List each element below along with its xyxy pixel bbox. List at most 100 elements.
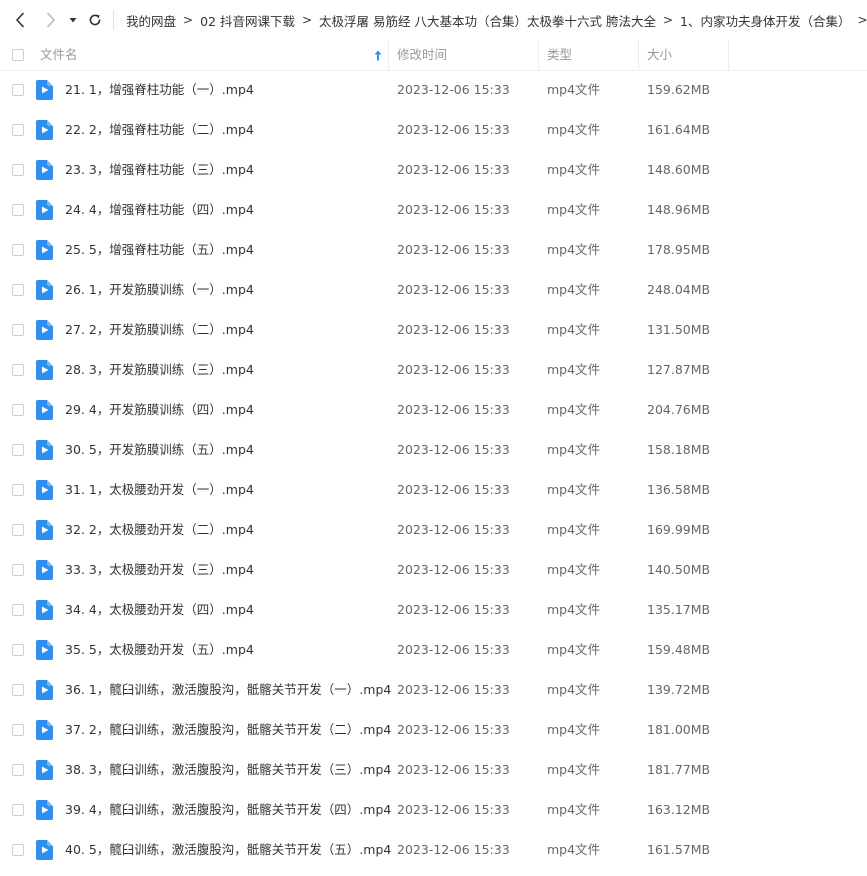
- row-checkbox[interactable]: [12, 804, 24, 816]
- refresh-button[interactable]: [84, 8, 106, 32]
- video-file-icon: [36, 200, 53, 220]
- file-name[interactable]: 35. 5，太极腰劲开发（五）.mp4: [65, 630, 254, 670]
- file-row[interactable]: 23. 3，增强脊柱功能（三）.mp4 2023-12-06 15:33 mp4文件…: [0, 150, 867, 190]
- file-modified-time: 2023-12-06 15:33: [397, 322, 510, 337]
- row-checkbox[interactable]: [12, 204, 24, 216]
- file-modified-time: 2023-12-06 15:33: [397, 122, 510, 137]
- column-header-type[interactable]: 类型: [547, 40, 572, 70]
- video-file-icon: [36, 800, 53, 820]
- breadcrumb-item[interactable]: 我的网盘: [126, 11, 176, 30]
- file-row[interactable]: 33. 3，太极腰劲开发（三）.mp4 2023-12-06 15:33 mp4文件…: [0, 550, 867, 590]
- file-modified-time: 2023-12-06 15:33: [397, 482, 510, 497]
- file-size: 248.04MB: [647, 282, 711, 297]
- file-row[interactable]: 35. 5，太极腰劲开发（五）.mp4 2023-12-06 15:33 mp4文件…: [0, 630, 867, 670]
- file-name[interactable]: 39. 4，髋臼训练，激活腹股沟，骶髂关节开发（四）.mp4: [65, 790, 391, 830]
- breadcrumb-item[interactable]: 02 抖音网课下载: [200, 11, 295, 30]
- file-name[interactable]: 24. 4，增强脊柱功能（四）.mp4: [65, 190, 254, 230]
- file-type: mp4文件: [547, 682, 601, 697]
- file-name[interactable]: 29. 4，开发筋膜训练（四）.mp4: [65, 390, 254, 430]
- file-row[interactable]: 39. 4，髋臼训练，激活腹股沟，骶髂关节开发（四）.mp4 2023-12-06…: [0, 790, 867, 830]
- file-name[interactable]: 22. 2，增强脊柱功能（二）.mp4: [65, 110, 254, 150]
- sort-ascending-icon[interactable]: [374, 50, 382, 61]
- file-name[interactable]: 36. 1，髋臼训练，激活腹股沟，骶髂关节开发（一）.mp4: [65, 670, 391, 710]
- file-row[interactable]: 40. 5，髋臼训练，激活腹股沟，骶髂关节开发（五）.mp4 2023-12-06…: [0, 830, 867, 870]
- column-header-size[interactable]: 大小: [647, 40, 672, 70]
- row-checkbox[interactable]: [12, 724, 24, 736]
- file-name[interactable]: 21. 1，增强脊柱功能（一）.mp4: [65, 70, 254, 110]
- file-row[interactable]: 28. 3，开发筋膜训练（三）.mp4 2023-12-06 15:33 mp4文件…: [0, 350, 867, 390]
- file-modified-time: 2023-12-06 15:33: [397, 682, 510, 697]
- file-row[interactable]: 25. 5，增强脊柱功能（五）.mp4 2023-12-06 15:33 mp4文件…: [0, 230, 867, 270]
- row-checkbox[interactable]: [12, 684, 24, 696]
- file-size: 131.50MB: [647, 322, 711, 337]
- file-row[interactable]: 32. 2，太极腰劲开发（二）.mp4 2023-12-06 15:33 mp4文件…: [0, 510, 867, 550]
- file-name[interactable]: 27. 2，开发筋膜训练（二）.mp4: [65, 310, 254, 350]
- file-name[interactable]: 31. 1，太极腰劲开发（一）.mp4: [65, 470, 254, 510]
- file-name[interactable]: 28. 3，开发筋膜训练（三）.mp4: [65, 350, 254, 390]
- file-row[interactable]: 36. 1，髋臼训练，激活腹股沟，骶髂关节开发（一）.mp4 2023-12-06…: [0, 670, 867, 710]
- file-type: mp4文件: [547, 722, 601, 737]
- breadcrumb-separator[interactable]: >: [857, 13, 867, 27]
- file-name[interactable]: 26. 1，开发筋膜训练（一）.mp4: [65, 270, 254, 310]
- file-modified-time: 2023-12-06 15:33: [397, 562, 510, 577]
- row-checkbox[interactable]: [12, 404, 24, 416]
- file-name[interactable]: 30. 5，开发筋膜训练（五）.mp4: [65, 430, 254, 470]
- file-name[interactable]: 32. 2，太极腰劲开发（二）.mp4: [65, 510, 254, 550]
- row-checkbox[interactable]: [12, 764, 24, 776]
- back-button[interactable]: [9, 8, 31, 32]
- file-row[interactable]: 37. 2，髋臼训练，激活腹股沟，骶髂关节开发（二）.mp4 2023-12-06…: [0, 710, 867, 750]
- row-checkbox[interactable]: [12, 84, 24, 96]
- row-checkbox[interactable]: [12, 124, 24, 136]
- row-checkbox[interactable]: [12, 324, 24, 336]
- breadcrumb-item[interactable]: 1、内家功夫身体开发（合集）: [680, 11, 850, 30]
- file-row[interactable]: 38. 3，髋臼训练，激活腹股沟，骶髂关节开发（三）.mp4 2023-12-06…: [0, 750, 867, 790]
- file-name[interactable]: 25. 5，增强脊柱功能（五）.mp4: [65, 230, 254, 270]
- file-row[interactable]: 22. 2，增强脊柱功能（二）.mp4 2023-12-06 15:33 mp4文件…: [0, 110, 867, 150]
- row-checkbox[interactable]: [12, 484, 24, 496]
- row-checkbox[interactable]: [12, 564, 24, 576]
- file-name[interactable]: 23. 3，增强脊柱功能（三）.mp4: [65, 150, 254, 190]
- row-checkbox[interactable]: [12, 524, 24, 536]
- file-name[interactable]: 37. 2，髋臼训练，激活腹股沟，骶髂关节开发（二）.mp4: [65, 710, 391, 750]
- breadcrumb-item[interactable]: 太极浮屠 易筋经 八大基本功（合集）太极拳十六式 胯法大全: [319, 11, 656, 30]
- video-file-icon: [36, 680, 53, 700]
- row-checkbox[interactable]: [12, 244, 24, 256]
- file-name[interactable]: 38. 3，髋臼训练，激活腹股沟，骶髂关节开发（三）.mp4: [65, 750, 391, 790]
- file-name[interactable]: 33. 3，太极腰劲开发（三）.mp4: [65, 550, 254, 590]
- forward-button[interactable]: [40, 8, 62, 32]
- video-file-icon: [36, 320, 53, 340]
- file-size: 163.12MB: [647, 802, 711, 817]
- row-checkbox[interactable]: [12, 444, 24, 456]
- file-row[interactable]: 27. 2，开发筋膜训练（二）.mp4 2023-12-06 15:33 mp4文件…: [0, 310, 867, 350]
- file-type: mp4文件: [547, 802, 601, 817]
- history-dropdown-button[interactable]: [64, 8, 82, 32]
- file-size: 161.64MB: [647, 122, 711, 137]
- file-name[interactable]: 40. 5，髋臼训练，激活腹股沟，骶髂关节开发（五）.mp4: [65, 830, 391, 870]
- row-checkbox[interactable]: [12, 644, 24, 656]
- video-file-icon: [36, 80, 53, 100]
- file-row[interactable]: 26. 1，开发筋膜训练（一）.mp4 2023-12-06 15:33 mp4文件…: [0, 270, 867, 310]
- select-all-checkbox[interactable]: [12, 49, 24, 61]
- file-type: mp4文件: [547, 242, 601, 257]
- row-checkbox[interactable]: [12, 604, 24, 616]
- file-row[interactable]: 29. 4，开发筋膜训练（四）.mp4 2023-12-06 15:33 mp4文件…: [0, 390, 867, 430]
- video-file-icon: [36, 720, 53, 740]
- file-size: 169.99MB: [647, 522, 711, 537]
- file-modified-time: 2023-12-06 15:33: [397, 522, 510, 537]
- row-checkbox[interactable]: [12, 164, 24, 176]
- file-row[interactable]: 30. 5，开发筋膜训练（五）.mp4 2023-12-06 15:33 mp4文件…: [0, 430, 867, 470]
- file-row[interactable]: 21. 1，增强脊柱功能（一）.mp4 2023-12-06 15:33 mp4文件…: [0, 70, 867, 110]
- row-checkbox[interactable]: [12, 284, 24, 296]
- row-checkbox[interactable]: [12, 844, 24, 856]
- file-row[interactable]: 34. 4，太极腰劲开发（四）.mp4 2023-12-06 15:33 mp4文件…: [0, 590, 867, 630]
- file-name[interactable]: 34. 4，太极腰劲开发（四）.mp4: [65, 590, 254, 630]
- file-size: 181.00MB: [647, 722, 711, 737]
- column-header-modified[interactable]: 修改时间: [397, 40, 447, 70]
- file-row[interactable]: 31. 1，太极腰劲开发（一）.mp4 2023-12-06 15:33 mp4文件…: [0, 470, 867, 510]
- column-header-name[interactable]: 文件名: [40, 40, 78, 70]
- row-checkbox[interactable]: [12, 364, 24, 376]
- file-type: mp4文件: [547, 642, 601, 657]
- file-size: 148.60MB: [647, 162, 711, 177]
- file-row[interactable]: 24. 4，增强脊柱功能（四）.mp4 2023-12-06 15:33 mp4文件…: [0, 190, 867, 230]
- column-divider: [728, 40, 729, 70]
